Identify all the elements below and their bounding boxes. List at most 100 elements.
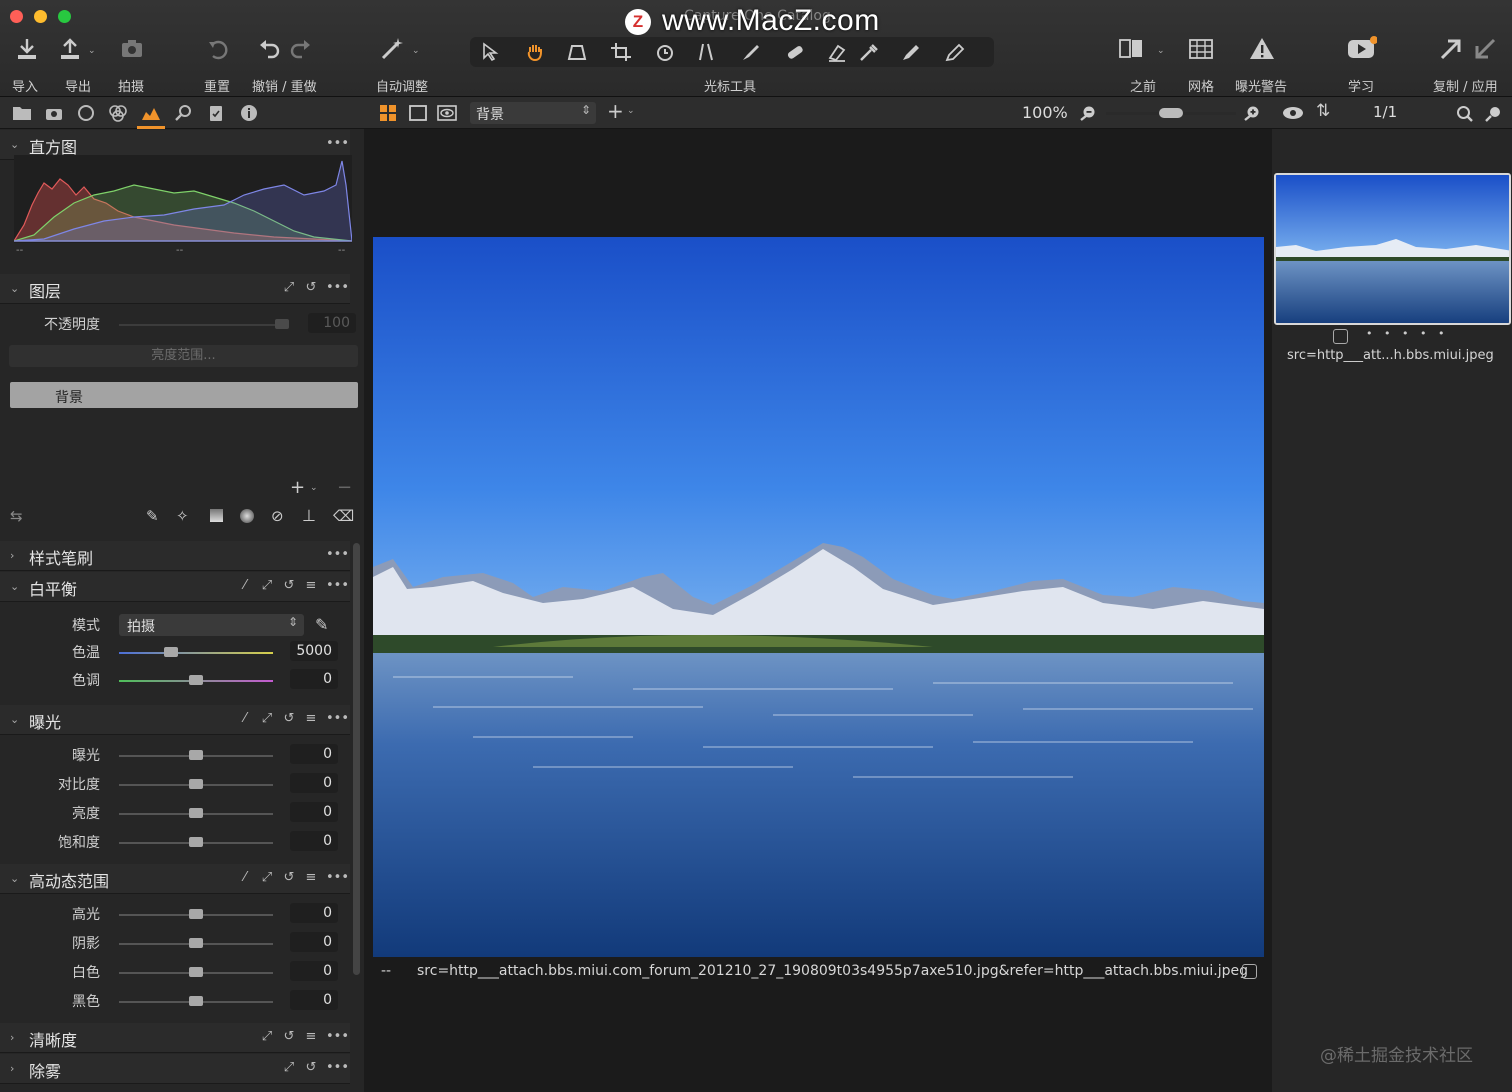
more-options-icon[interactable]: ••• [326, 578, 349, 593]
eyedropper-icon[interactable] [944, 42, 966, 62]
auto-wand-icon[interactable]: ⁄ [238, 711, 252, 726]
main-photo[interactable] [373, 237, 1264, 957]
brush-icon[interactable] [740, 42, 762, 62]
library-folder-icon[interactable] [12, 104, 32, 122]
zoom-window-button[interactable] [58, 10, 71, 23]
more-options-icon[interactable]: ••• [326, 1029, 349, 1044]
multi-view-grid-icon[interactable] [380, 105, 396, 121]
reset-section-icon[interactable]: ↺ [282, 711, 296, 726]
more-options-icon[interactable]: ••• [326, 280, 349, 295]
close-window-button[interactable] [10, 10, 23, 23]
hand-pan-icon[interactable] [524, 42, 546, 62]
hdr-row-value[interactable]: 0 [290, 903, 338, 923]
exposure-slider-knob[interactable] [189, 808, 203, 818]
viewer-layer-select[interactable]: 背景 ⇕ [470, 102, 596, 124]
reset-section-icon[interactable]: ↺ [282, 870, 296, 885]
more-options-icon[interactable]: ••• [326, 711, 349, 726]
reset-section-icon[interactable]: ↺ [304, 1060, 318, 1075]
single-view-icon[interactable] [409, 105, 427, 121]
search-icon[interactable] [1456, 105, 1474, 123]
reset-section-icon[interactable]: ↺ [282, 578, 296, 593]
opacity-slider[interactable] [119, 324, 289, 326]
expand-icon[interactable]: ⤢ [260, 1029, 274, 1044]
clone-stamp-icon[interactable]: ⊥ [302, 506, 316, 525]
heal-icon[interactable] [784, 42, 806, 62]
grid-button[interactable] [1188, 36, 1214, 62]
import-button[interactable] [14, 36, 40, 62]
opacity-value[interactable]: 100 [308, 313, 356, 333]
reset-section-icon[interactable]: ↺ [304, 280, 318, 295]
presets-list-icon[interactable]: ≡ [304, 578, 318, 593]
exposure-row-value[interactable]: 0 [290, 831, 338, 851]
reset-button[interactable] [205, 36, 231, 62]
capture-tab-icon[interactable] [44, 104, 64, 122]
add-dropdown-icon[interactable]: ⌄ [627, 106, 635, 116]
kelvin-slider-knob[interactable] [164, 647, 179, 657]
rotate-icon[interactable] [654, 42, 676, 62]
layer-row-background[interactable]: 背景 [10, 382, 358, 408]
remove-layer-icon[interactable]: − [337, 477, 352, 498]
exposure-header[interactable]: ⌄ 曝光 ⁄ ⤢ ↺ ≡ ••• [0, 705, 350, 735]
learn-button[interactable] [1347, 36, 1377, 62]
exposure-slider-knob[interactable] [189, 837, 203, 847]
add-icon[interactable]: + [607, 99, 624, 123]
adjustments-clipboard-icon[interactable] [206, 104, 226, 122]
export-button[interactable] [57, 36, 83, 62]
redo-button[interactable] [288, 36, 314, 62]
wb-picker-icon[interactable]: ✎ [315, 615, 328, 634]
more-options-icon[interactable]: ••• [326, 136, 349, 151]
keystone-icon[interactable] [566, 42, 588, 62]
exposure-slider-knob[interactable] [189, 750, 203, 760]
hdr-row-value[interactable]: 0 [290, 990, 338, 1010]
select-image-checkbox[interactable] [1242, 964, 1257, 979]
proof-view-eye-icon[interactable] [437, 105, 457, 121]
linear-gradient-icon[interactable] [210, 509, 223, 522]
add-layer-icon[interactable]: + [290, 477, 305, 498]
expand-icon[interactable]: ⤢ [260, 711, 274, 726]
hdr-header[interactable]: ⌄ 高动态范围 ⁄ ⤢ ↺ ≡ ••• [0, 864, 350, 894]
zoom-out-icon[interactable] [1080, 105, 1096, 121]
auto-adjust-dropdown-icon[interactable]: ⌄ [412, 46, 420, 56]
exposure-row-value[interactable]: 0 [290, 744, 338, 764]
tool-panel-scrollbar[interactable] [353, 543, 360, 975]
presets-list-icon[interactable]: ≡ [304, 870, 318, 885]
filter-search-icon[interactable] [1485, 105, 1503, 123]
tint-slider-knob[interactable] [189, 675, 203, 685]
zoom-in-icon[interactable] [1244, 105, 1260, 121]
sort-arrows-icon[interactable]: ⇅ [1316, 101, 1330, 121]
zoom-percent[interactable]: 100% [1022, 103, 1068, 122]
lens-distortion-icon[interactable] [698, 42, 720, 62]
star-rating-dots[interactable]: • • • • • [1366, 327, 1448, 340]
exposure-row-value[interactable]: 0 [290, 802, 338, 822]
style-brush-header[interactable]: › 样式笔刷 ••• [0, 541, 350, 571]
dehaze-header[interactable]: › 除雾 ⤢ ↺ ••• [0, 1054, 350, 1084]
more-options-icon[interactable]: ••• [326, 547, 349, 562]
exposure-slider-knob[interactable] [189, 779, 203, 789]
view-eye-icon[interactable] [1282, 106, 1304, 120]
reset-section-icon[interactable]: ↺ [282, 1029, 296, 1044]
clarity-header[interactable]: › 清晰度 ⤢ ↺ ≡ ••• [0, 1023, 350, 1053]
capture-button[interactable] [119, 36, 145, 62]
wb-mode-select[interactable]: 拍摄 ⇕ [119, 614, 304, 636]
swap-layers-icon[interactable]: ⇆ [10, 507, 23, 525]
expand-icon[interactable]: ⤢ [282, 280, 296, 295]
lens-tab-icon[interactable] [76, 104, 96, 122]
thumbnail[interactable] [1274, 173, 1511, 325]
presets-list-icon[interactable]: ≡ [304, 711, 318, 726]
eraser-icon[interactable] [826, 42, 848, 62]
radial-gradient-icon[interactable] [240, 509, 254, 523]
hdr-slider-knob[interactable] [189, 909, 203, 919]
more-options-icon[interactable]: ••• [326, 870, 349, 885]
minimize-window-button[interactable] [34, 10, 47, 23]
kelvin-slider[interactable] [119, 652, 273, 654]
auto-wand-icon[interactable]: ⁄ [238, 870, 252, 885]
add-layer-dropdown-icon[interactable]: ⌄ [310, 483, 318, 493]
exposure-tab-icon[interactable] [141, 104, 161, 122]
hdr-slider-knob[interactable] [189, 996, 203, 1006]
expand-icon[interactable]: ⤢ [282, 1060, 296, 1075]
presets-list-icon[interactable]: ≡ [304, 1029, 318, 1044]
color-picker-icon[interactable] [858, 42, 880, 62]
layers-header[interactable]: ⌄ 图层 ⤢ ↺ ••• [0, 274, 350, 304]
tint-value[interactable]: 0 [290, 669, 338, 689]
apply-adjustments-button[interactable] [1472, 36, 1498, 62]
